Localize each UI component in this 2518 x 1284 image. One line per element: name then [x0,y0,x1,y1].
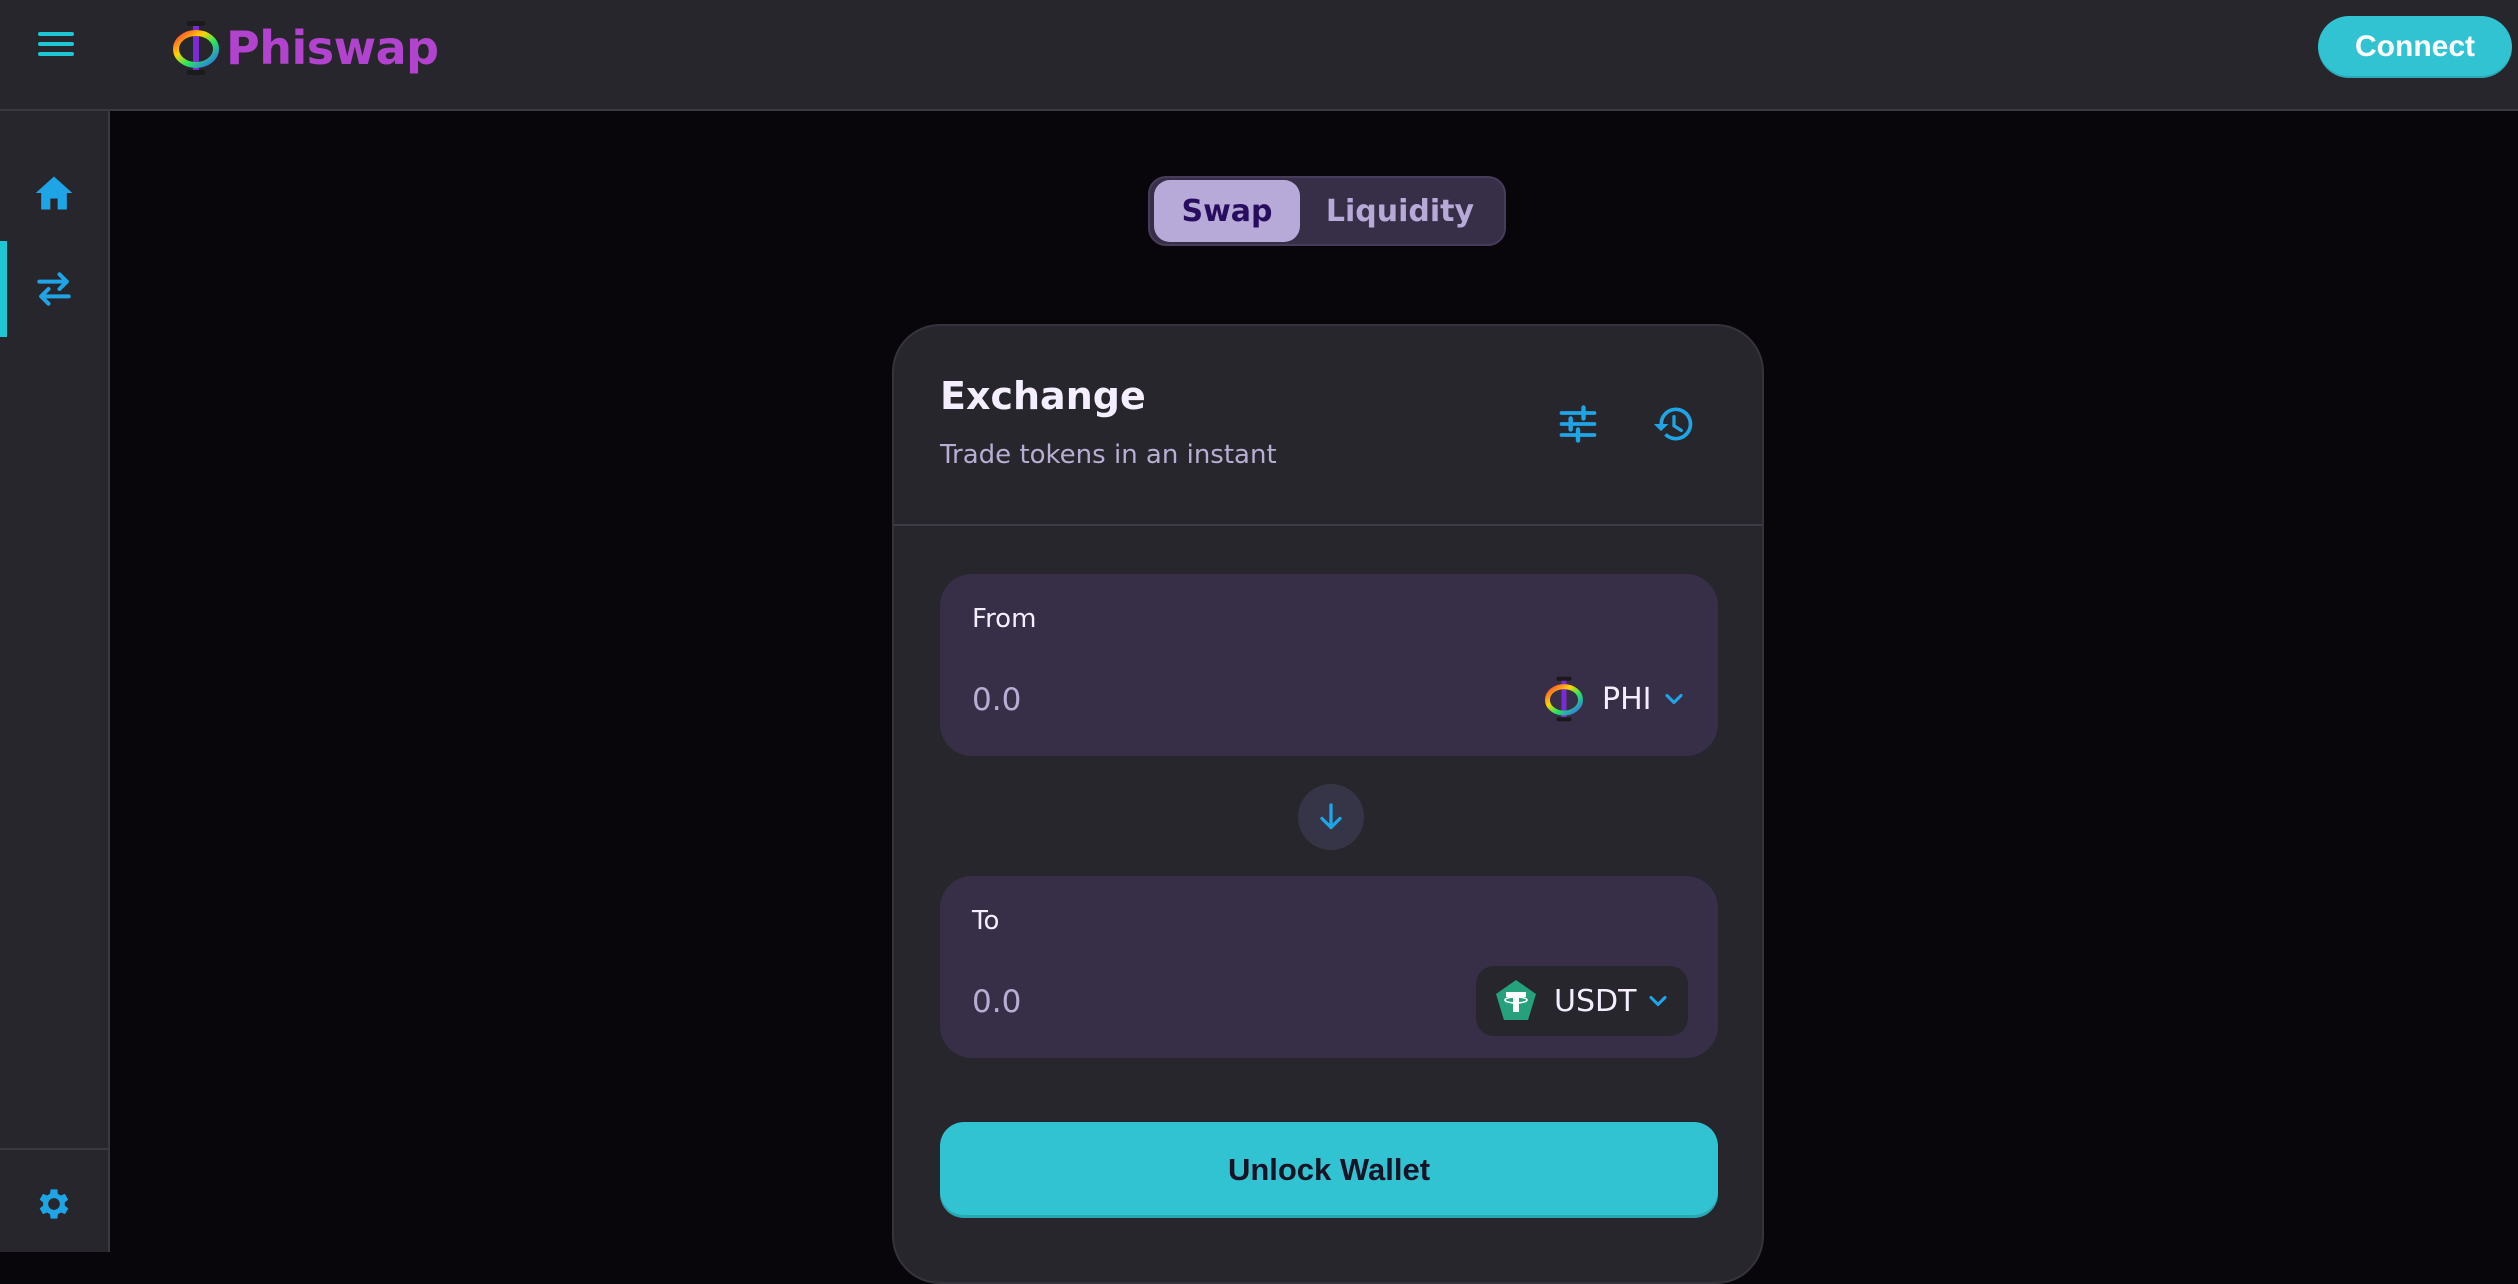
arrow-down-icon [1320,803,1342,830]
top-bar: Phiswap Connect [0,0,2518,111]
swap-liquidity-tabs: Swap Liquidity [1148,176,1506,246]
settings-sliders-button[interactable] [1550,396,1606,452]
sliders-icon [1559,405,1597,443]
brand-name: Phiswap [226,21,439,75]
to-amount-input[interactable] [972,976,1372,1028]
card-divider [894,524,1762,526]
unlock-wallet-button[interactable]: Unlock Wallet [940,1122,1718,1218]
from-token-selector[interactable]: PHI [1524,664,1704,734]
to-field: To USDT [940,876,1718,1058]
from-field: From PHI [940,574,1718,756]
phi-token-icon [1540,675,1588,723]
card-title: Exchange [940,374,1146,418]
swap-arrows-icon [37,272,71,306]
from-label: From [972,604,1037,634]
history-icon [1653,407,1693,441]
brand-logo[interactable]: Phiswap [170,18,439,78]
chevron-down-icon [1664,693,1683,705]
tab-swap[interactable]: Swap [1154,180,1300,242]
sidebar-item-trade[interactable] [0,241,108,337]
menu-icon[interactable] [34,26,78,62]
sidebar-item-settings[interactable] [0,1169,108,1239]
to-token-selector[interactable]: USDT [1476,966,1689,1036]
phi-logo-icon [173,21,219,75]
to-token-name: USDT [1554,983,1637,1019]
chevron-down-icon [1649,995,1667,1007]
to-label: To [972,906,1000,936]
sidebar [0,111,110,1252]
home-icon [35,176,73,210]
sidebar-divider [0,1148,108,1150]
sidebar-item-home[interactable] [0,145,108,241]
from-token-name: PHI [1602,681,1652,717]
usdt-token-icon [1492,977,1540,1025]
exchange-card: Exchange Trade tokens in an instant From [892,324,1764,1284]
switch-direction-button[interactable] [1298,784,1364,850]
connect-button[interactable]: Connect [2318,16,2512,78]
card-subtitle: Trade tokens in an instant [940,440,1277,470]
from-amount-input[interactable] [972,674,1372,726]
history-button[interactable] [1646,396,1702,452]
gear-icon [39,1189,69,1219]
tab-liquidity[interactable]: Liquidity [1300,180,1500,242]
